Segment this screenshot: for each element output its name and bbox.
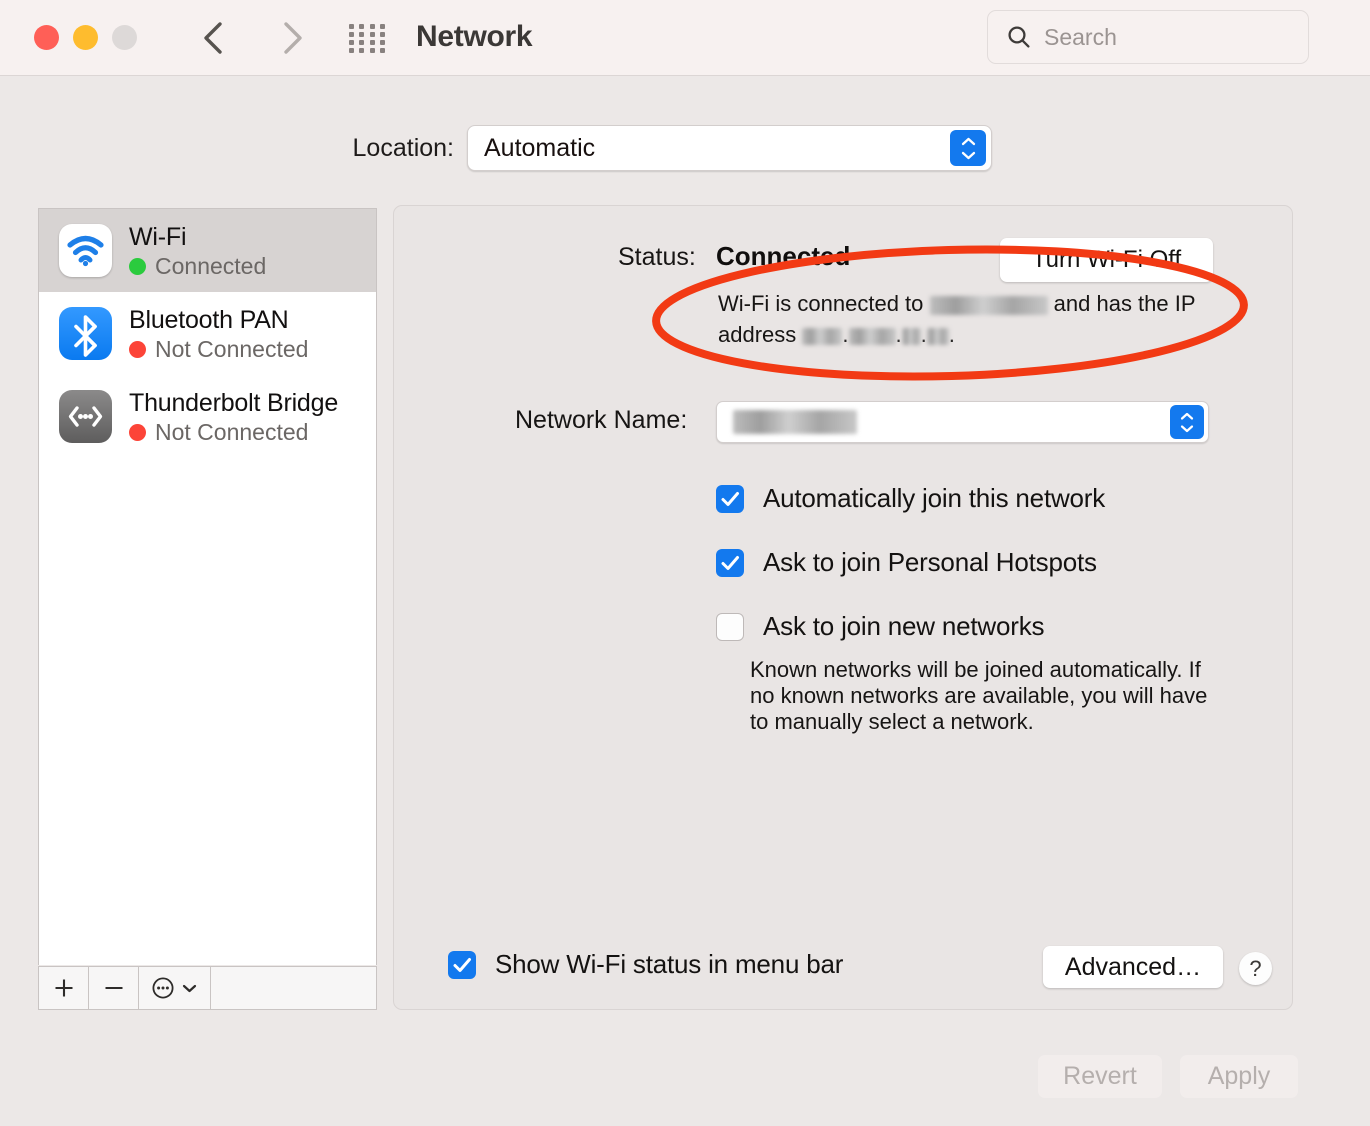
service-list[interactable]: Wi-Fi Connected Bluetooth PAN Not Connec… bbox=[38, 208, 377, 965]
titlebar: Network Search bbox=[0, 0, 1370, 76]
status-badge: Not Connected bbox=[129, 336, 308, 363]
network-name-select[interactable] bbox=[716, 401, 1209, 443]
sidebar-item-wifi[interactable]: Wi-Fi Connected bbox=[39, 209, 376, 292]
bluetooth-icon bbox=[59, 307, 112, 360]
status-desc-part2: and has the IP bbox=[1053, 291, 1196, 316]
status-badge: Connected bbox=[129, 253, 266, 280]
status-label: Status: bbox=[618, 243, 696, 271]
grid-apps-icon[interactable] bbox=[345, 22, 391, 54]
minus-icon bbox=[105, 986, 122, 990]
toolbar-filler bbox=[211, 967, 376, 1009]
sidebar-item-thunderbolt-bridge[interactable]: Thunderbolt Bridge Not Connected bbox=[39, 375, 376, 458]
help-button[interactable]: ? bbox=[1239, 952, 1272, 985]
sidebar-item-label: Thunderbolt Bridge bbox=[129, 388, 339, 417]
redacted-ssid bbox=[929, 295, 1048, 315]
status-desc-part3: address bbox=[718, 322, 797, 347]
redacted-ip-octet-1 bbox=[802, 327, 843, 345]
status-value: Connected bbox=[716, 241, 851, 271]
join-networks-help-text: Known networks will be joined automatica… bbox=[750, 657, 1208, 734]
status-dot-icon bbox=[129, 423, 146, 441]
checkbox-input[interactable] bbox=[716, 484, 744, 513]
status-badge: Not Connected bbox=[129, 419, 338, 446]
checkbox-label: Ask to join new networks bbox=[763, 611, 1045, 641]
forward-button[interactable] bbox=[268, 14, 314, 62]
redacted-ip-octet-4 bbox=[926, 327, 949, 345]
wifi-icon bbox=[59, 224, 112, 277]
navigation-arrows bbox=[192, 14, 314, 62]
location-stepper-icon[interactable] bbox=[950, 130, 986, 166]
turn-wifi-off-button[interactable]: Turn Wi-Fi Off bbox=[1000, 238, 1213, 282]
checkmark-icon bbox=[721, 555, 739, 570]
back-button[interactable] bbox=[192, 14, 238, 62]
checkbox-input[interactable] bbox=[716, 548, 744, 577]
location-label: Location: bbox=[352, 134, 454, 162]
search-placeholder: Search bbox=[1044, 23, 1117, 50]
checkbox-show-wifi-status-menu-bar[interactable]: Show Wi-Fi status in menu bar bbox=[448, 949, 843, 980]
add-service-button[interactable] bbox=[39, 967, 89, 1009]
checkbox-auto-join-network[interactable]: Automatically join this network bbox=[716, 483, 1105, 514]
checkbox-label: Automatically join this network bbox=[763, 483, 1106, 513]
checkbox-ask-new-networks[interactable]: Ask to join new networks bbox=[716, 611, 1045, 642]
ellipsis-circle-icon bbox=[152, 977, 174, 999]
checkbox-label: Show Wi-Fi status in menu bar bbox=[495, 949, 844, 979]
sidebar-item-status: Not Connected bbox=[155, 418, 309, 445]
revert-button[interactable]: Revert bbox=[1038, 1055, 1162, 1098]
sidebar-item-label: Bluetooth PAN bbox=[129, 305, 289, 334]
checkmark-icon bbox=[721, 491, 739, 506]
service-list-toolbar bbox=[38, 966, 377, 1010]
remove-service-button[interactable] bbox=[89, 967, 139, 1009]
search-input[interactable]: Search bbox=[987, 10, 1309, 64]
search-icon bbox=[1008, 26, 1030, 48]
status-description: Wi-Fi is connected to and has the IP add… bbox=[718, 291, 1196, 347]
location-row: Location: Automatic bbox=[0, 125, 1370, 173]
apply-button[interactable]: Apply bbox=[1180, 1055, 1298, 1098]
status-dot-icon bbox=[129, 340, 146, 358]
zoom-button[interactable] bbox=[112, 25, 137, 50]
minimize-button[interactable] bbox=[73, 25, 98, 50]
location-value: Automatic bbox=[484, 134, 596, 162]
status-desc-part1: Wi-Fi is connected to bbox=[718, 291, 924, 316]
network-preferences-window: Network Search Location: Automatic Wi-Fi… bbox=[0, 0, 1370, 1126]
service-action-menu-button[interactable] bbox=[139, 967, 211, 1009]
checkbox-input[interactable] bbox=[448, 950, 476, 979]
sidebar-item-label: Wi-Fi bbox=[129, 222, 187, 251]
sidebar-item-status: Not Connected bbox=[155, 335, 309, 362]
checkbox-input[interactable] bbox=[716, 612, 744, 641]
sidebar-item-status: Connected bbox=[155, 252, 267, 279]
sidebar-item-wifi-text: Wi-Fi Connected bbox=[129, 222, 266, 280]
network-name-stepper-icon[interactable] bbox=[1170, 405, 1204, 439]
advanced-button[interactable]: Advanced… bbox=[1043, 946, 1223, 988]
sidebar-item-bluetooth-text: Bluetooth PAN Not Connected bbox=[129, 305, 308, 363]
page-title: Network bbox=[416, 20, 533, 53]
close-button[interactable] bbox=[34, 25, 59, 50]
sidebar-item-thunderbolt-text: Thunderbolt Bridge Not Connected bbox=[129, 388, 338, 446]
checkbox-ask-personal-hotspots[interactable]: Ask to join Personal Hotspots bbox=[716, 547, 1097, 578]
redacted-ip-octet-3 bbox=[901, 327, 921, 345]
checkbox-label: Ask to join Personal Hotspots bbox=[763, 547, 1097, 577]
redacted-network-name bbox=[733, 410, 857, 434]
traffic-light-buttons bbox=[34, 25, 137, 50]
plus-icon bbox=[55, 979, 72, 997]
location-select[interactable]: Automatic bbox=[467, 125, 992, 171]
checkmark-icon bbox=[453, 957, 471, 972]
chevron-down-icon bbox=[182, 984, 197, 993]
network-name-label: Network Name: bbox=[515, 406, 688, 434]
thunderbolt-bridge-icon bbox=[59, 390, 112, 443]
sidebar-item-bluetooth-pan[interactable]: Bluetooth PAN Not Connected bbox=[39, 292, 376, 375]
redacted-ip-octet-2 bbox=[848, 327, 896, 345]
status-dot-icon bbox=[129, 257, 146, 275]
